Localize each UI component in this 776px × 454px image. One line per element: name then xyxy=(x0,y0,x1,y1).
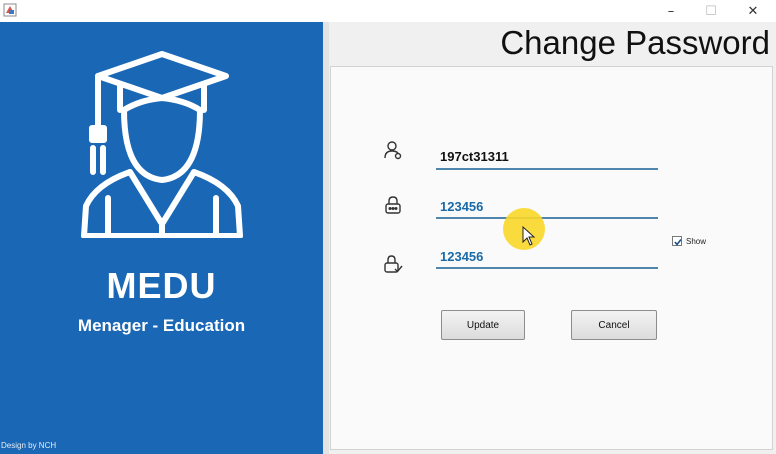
show-password-label: Show xyxy=(686,237,707,246)
graduate-icon xyxy=(81,51,243,238)
user-icon xyxy=(384,141,402,160)
sidebar-divider xyxy=(323,22,329,454)
new-password-underline xyxy=(436,267,658,269)
show-password-checkbox[interactable] xyxy=(672,236,682,246)
username-field[interactable]: 197ct31311 xyxy=(440,149,509,164)
username-underline xyxy=(436,168,658,170)
old-password-field[interactable]: 123456 xyxy=(440,199,483,214)
page-title: Change Password xyxy=(500,24,770,61)
app-icon xyxy=(3,3,17,17)
maximize-button[interactable]: ☐ xyxy=(696,2,726,20)
cancel-button[interactable]: Cancel xyxy=(571,310,657,340)
lock-icon xyxy=(385,196,401,214)
old-password-underline xyxy=(436,217,658,219)
mouse-cursor-icon xyxy=(522,226,536,246)
close-button[interactable]: ✕ xyxy=(738,2,768,20)
design-credit: Design by NCH xyxy=(1,441,57,450)
update-button[interactable]: Update xyxy=(441,310,525,340)
minimize-button[interactable]: – xyxy=(656,2,686,20)
brand-name: MEDU xyxy=(106,265,217,306)
brand-tagline: Menager - Education xyxy=(77,316,246,335)
checkmark-icon xyxy=(674,239,682,246)
window-titlebar: – ☐ ✕ xyxy=(0,0,776,22)
lock-check-icon xyxy=(384,255,403,273)
new-password-field[interactable]: 123456 xyxy=(440,249,483,264)
